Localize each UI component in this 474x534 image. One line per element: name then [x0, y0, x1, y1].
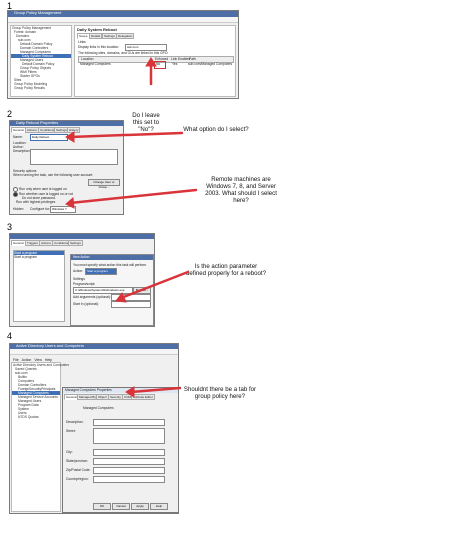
- annotation-arrows: [65, 57, 198, 398]
- arrow-1-head: [145, 57, 157, 67]
- arrow-2-head: [65, 131, 75, 143]
- arrow-4: [119, 270, 190, 300]
- arrow-5: [129, 386, 182, 394]
- arrow-2: [68, 131, 184, 139]
- arrow-3: [68, 188, 198, 205]
- arrow-4-head: [115, 292, 127, 303]
- arrow-3-head: [65, 196, 75, 209]
- arrow-5-head: [125, 386, 135, 398]
